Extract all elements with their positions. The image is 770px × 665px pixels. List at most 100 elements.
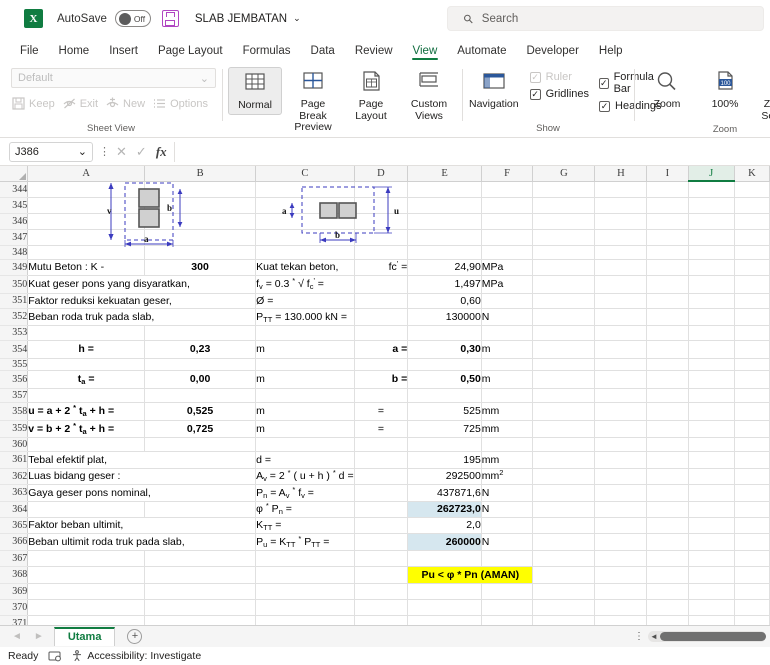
cell-I359[interactable] bbox=[646, 420, 689, 438]
add-sheet-icon[interactable]: + bbox=[127, 629, 143, 644]
cell-J364[interactable] bbox=[688, 501, 735, 518]
cell-H368[interactable] bbox=[594, 566, 648, 584]
cell-J350[interactable] bbox=[688, 275, 735, 294]
cell-I349[interactable] bbox=[646, 259, 689, 276]
cell-A364[interactable] bbox=[27, 501, 146, 518]
cell-B349[interactable]: 300 bbox=[144, 259, 257, 276]
cell-C359[interactable]: m bbox=[255, 420, 355, 438]
cell-A349[interactable]: Mutu Beton : K - bbox=[27, 259, 146, 276]
row-header-366[interactable]: 366 bbox=[0, 533, 29, 551]
row-header-353[interactable]: 353 bbox=[0, 325, 29, 341]
column-header-d[interactable]: D bbox=[354, 166, 409, 182]
tab-view[interactable]: View bbox=[403, 43, 448, 61]
cell-G362[interactable] bbox=[532, 468, 596, 485]
cell-E371[interactable] bbox=[407, 615, 482, 625]
cell-J371[interactable] bbox=[688, 615, 735, 625]
cell-E370[interactable] bbox=[407, 599, 482, 616]
cell-H347[interactable] bbox=[594, 229, 648, 246]
cell-F352[interactable]: N bbox=[481, 308, 534, 326]
cell-E349[interactable]: 24,90 bbox=[407, 259, 482, 276]
cell-G346[interactable] bbox=[532, 213, 596, 230]
cell-C356[interactable]: m bbox=[255, 370, 355, 389]
cell-B358[interactable]: 0,525 bbox=[144, 402, 257, 421]
more-tabs-icon[interactable]: ⋮ bbox=[634, 632, 644, 642]
cell-I367[interactable] bbox=[646, 550, 689, 567]
cell-H363[interactable] bbox=[594, 484, 648, 502]
cell-H366[interactable] bbox=[594, 533, 648, 551]
cell-K344[interactable] bbox=[734, 181, 770, 198]
cell-G370[interactable] bbox=[532, 599, 596, 616]
cell-C349[interactable]: Kuat tekan beton, bbox=[255, 259, 355, 276]
row-header-363[interactable]: 363 bbox=[0, 484, 29, 502]
cell-D347[interactable] bbox=[354, 229, 409, 246]
cell-K364[interactable] bbox=[734, 501, 770, 518]
cell-A354[interactable]: h = bbox=[27, 340, 146, 359]
row-header-368[interactable]: 368 bbox=[0, 566, 29, 584]
cell-H371[interactable] bbox=[594, 615, 648, 625]
cell-D367[interactable] bbox=[354, 550, 409, 567]
cell-E348[interactable] bbox=[407, 245, 482, 260]
cell-G355[interactable] bbox=[532, 358, 596, 371]
column-header-e[interactable]: E bbox=[407, 166, 482, 182]
cell-E367[interactable] bbox=[407, 550, 482, 567]
cell-K347[interactable] bbox=[734, 229, 770, 246]
row-header-362[interactable]: 362 bbox=[0, 468, 29, 485]
cell-A367[interactable] bbox=[27, 550, 146, 567]
cell-C370[interactable] bbox=[255, 599, 355, 616]
cell-E361[interactable]: 195 bbox=[407, 451, 482, 469]
cell-A359[interactable]: v = b + 2 * ta + h = bbox=[27, 420, 146, 438]
cell-G361[interactable] bbox=[532, 451, 596, 469]
cell-I357[interactable] bbox=[646, 388, 689, 403]
cell-D361[interactable] bbox=[354, 451, 409, 469]
cell-A362[interactable]: Luas bidang geser : bbox=[27, 468, 257, 485]
cell-J365[interactable] bbox=[688, 517, 735, 534]
cell-H353[interactable] bbox=[594, 325, 648, 341]
cell-J360[interactable] bbox=[688, 437, 735, 452]
cell-I350[interactable] bbox=[646, 275, 689, 294]
cell-B369[interactable] bbox=[144, 583, 257, 600]
cell-K371[interactable] bbox=[734, 615, 770, 625]
cell-J357[interactable] bbox=[688, 388, 735, 403]
zoom-button[interactable]: Zoom bbox=[640, 67, 694, 113]
cell-J347[interactable] bbox=[688, 229, 735, 246]
cell-F344[interactable] bbox=[481, 181, 534, 198]
cell-B356[interactable]: 0,00 bbox=[144, 370, 257, 389]
row-header-365[interactable]: 365 bbox=[0, 517, 29, 534]
search-box[interactable]: ⚲ Search bbox=[447, 6, 764, 31]
autosave-toggle[interactable]: Off bbox=[114, 10, 151, 27]
cell-B354[interactable]: 0,23 bbox=[144, 340, 257, 359]
cell-I369[interactable] bbox=[646, 583, 689, 600]
prev-sheet-icon[interactable]: ◄ bbox=[6, 631, 28, 642]
page-layout-button[interactable]: Page Layout bbox=[344, 67, 398, 124]
cell-F347[interactable] bbox=[481, 229, 534, 246]
spreadsheet-grid[interactable]: A B C D E F G H I J K 344 345 346 347 34… bbox=[0, 166, 770, 625]
cell-J348[interactable] bbox=[688, 245, 735, 260]
cell-J349[interactable] bbox=[688, 259, 735, 276]
row-header-354[interactable]: 354 bbox=[0, 340, 29, 359]
cell-B357[interactable] bbox=[144, 388, 257, 403]
cell-C369[interactable] bbox=[255, 583, 355, 600]
cell-G354[interactable] bbox=[532, 340, 596, 359]
cell-E368-result-banner[interactable]: Pu < φ * Pn (AMAN) bbox=[407, 566, 534, 584]
cell-A355[interactable] bbox=[27, 358, 146, 371]
cell-A348[interactable] bbox=[27, 245, 146, 260]
sheet-view-dropdown[interactable]: Default ⌄ bbox=[11, 68, 216, 88]
cell-G366[interactable] bbox=[532, 533, 596, 551]
cell-G345[interactable] bbox=[532, 197, 596, 214]
cell-A371[interactable] bbox=[27, 615, 146, 625]
row-header-356[interactable]: 356 bbox=[0, 370, 29, 389]
cell-H367[interactable] bbox=[594, 550, 648, 567]
cell-F360[interactable] bbox=[481, 437, 534, 452]
row-header-346[interactable]: 346 bbox=[0, 213, 29, 230]
cell-K345[interactable] bbox=[734, 197, 770, 214]
cell-K361[interactable] bbox=[734, 451, 770, 469]
cell-B367[interactable] bbox=[144, 550, 257, 567]
cell-B353[interactable] bbox=[144, 325, 257, 341]
column-header-a[interactable]: A bbox=[27, 166, 146, 182]
cell-A366[interactable]: Beban ultimit roda truk pada slab, bbox=[27, 533, 257, 551]
cell-A352[interactable]: Beban roda truk pada slab, bbox=[27, 308, 257, 326]
cell-J353[interactable] bbox=[688, 325, 735, 341]
cell-H354[interactable] bbox=[594, 340, 648, 359]
cell-A347[interactable] bbox=[27, 229, 146, 246]
cell-F350[interactable]: MPa bbox=[481, 275, 534, 294]
